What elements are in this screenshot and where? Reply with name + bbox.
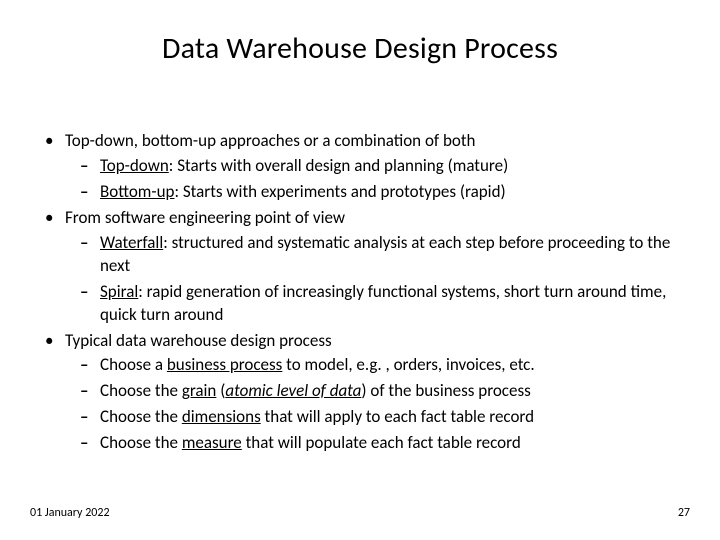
term: Spiral xyxy=(100,281,138,302)
term: dimensions xyxy=(182,406,261,427)
slide-body: Top-down, bottom-up approaches or a comb… xyxy=(35,130,685,458)
slide-title: Data Warehouse Design Process xyxy=(0,30,720,67)
bullet-text: that will populate each fact table recor… xyxy=(242,432,521,453)
subbullet-choose-grain: Choose the grain (atomic level of data) … xyxy=(65,380,685,403)
term: Waterfall xyxy=(100,232,163,253)
term: business process xyxy=(167,354,282,375)
bullet-text: ) of the business process xyxy=(361,380,530,401)
footer-page-number: 27 xyxy=(678,506,690,520)
bullet-se-view: From software engineering point of view … xyxy=(35,207,685,327)
term: Bottom-up xyxy=(100,181,174,202)
bullet-text: to model, e.g. , orders, invoices, etc. xyxy=(282,354,534,375)
subbullet-choose-process: Choose a business process to model, e.g.… xyxy=(65,354,685,377)
subbullet-spiral: Spiral: rapid generation of increasingly… xyxy=(65,281,685,327)
bullet-text: Top-down, bottom-up approaches or a comb… xyxy=(65,130,475,151)
bullet-text: that will apply to each fact table recor… xyxy=(261,406,534,427)
bullet-text: : Starts with experiments and prototypes… xyxy=(174,181,505,202)
subbullet-waterfall: Waterfall: structured and systematic ana… xyxy=(65,232,685,278)
bullet-text: From software engineering point of view xyxy=(65,207,345,228)
bullet-text: : structured and systematic analysis at … xyxy=(100,232,670,276)
slide: Data Warehouse Design Process Top-down, … xyxy=(0,0,720,540)
bullet-text: Choose a xyxy=(100,354,167,375)
bullet-text: Choose the xyxy=(100,432,182,453)
subbullet-bottomup: Bottom-up: Starts with experiments and p… xyxy=(65,181,685,204)
subbullet-topdown: Top-down: Starts with overall design and… xyxy=(65,155,685,178)
bullet-text: Typical data warehouse design process xyxy=(65,330,332,351)
bullet-text: Choose the xyxy=(100,406,182,427)
bullet-approaches: Top-down, bottom-up approaches or a comb… xyxy=(35,130,685,204)
bullet-text: Choose the xyxy=(100,380,182,401)
bullet-text: : rapid generation of increasingly funct… xyxy=(100,281,666,325)
subbullet-choose-dimensions: Choose the dimensions that will apply to… xyxy=(65,406,685,429)
bullet-typical-process: Typical data warehouse design process Ch… xyxy=(35,330,685,456)
footer-date: 01 January 2022 xyxy=(30,506,110,520)
term: measure xyxy=(182,432,242,453)
bullet-text: : Starts with overall design and plannin… xyxy=(169,155,508,176)
term: grain xyxy=(182,380,217,401)
term: Top-down xyxy=(100,155,169,176)
subbullet-choose-measure: Choose the measure that will populate ea… xyxy=(65,432,685,455)
term: atomic level of data xyxy=(225,380,361,401)
